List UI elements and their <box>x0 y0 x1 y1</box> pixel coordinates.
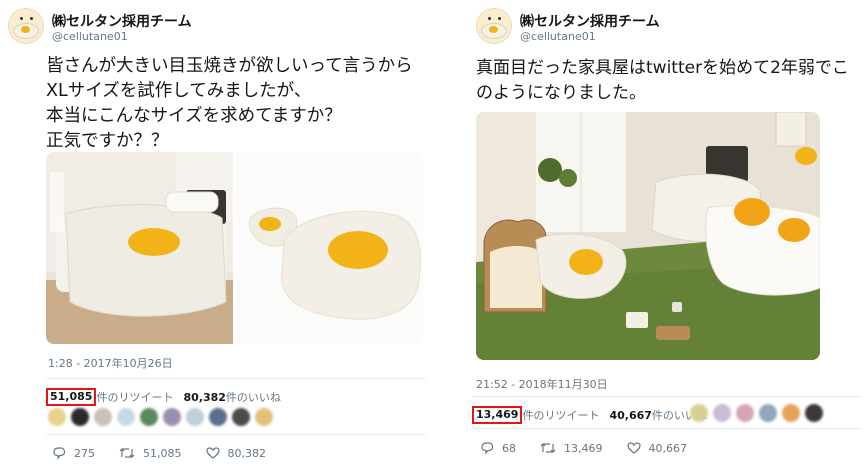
like-action-count: 80,382 <box>227 446 267 460</box>
account-handle[interactable]: @cellutane01 <box>520 30 596 43</box>
divider <box>46 378 426 379</box>
tweet-text: 皆さんが大きい目玉焼きが欲しいって言うからXLサイズを試作してみましたが、 本当… <box>46 56 413 151</box>
retweet-button[interactable]: 51,085 <box>119 446 182 460</box>
account-name[interactable]: ㈱セルタン採用チーム <box>52 11 192 31</box>
reply-button[interactable]: 275 <box>52 446 95 460</box>
like-action-count: 40,667 <box>648 441 688 455</box>
tweet-actions: 68 13,469 40,667 <box>480 441 711 455</box>
avatar[interactable] <box>690 404 708 422</box>
avatar[interactable] <box>117 408 135 426</box>
retweet-count-highlight[interactable]: 51,085 <box>46 388 97 406</box>
avatar[interactable] <box>736 404 754 422</box>
reply-count: 275 <box>74 446 95 460</box>
account-name[interactable]: ㈱セルタン採用チーム <box>520 11 660 31</box>
retweet-count-highlight[interactable]: 13,469 <box>472 406 523 424</box>
avatar[interactable] <box>71 408 89 426</box>
account-handle[interactable]: @cellutane01 <box>52 30 128 43</box>
reply-icon <box>481 442 494 455</box>
avatar[interactable] <box>186 408 204 426</box>
like-label: 件のいいね <box>225 391 281 404</box>
avatar[interactable] <box>759 404 777 422</box>
engagement-stats: 13,469 件のリツイート 40,667 件のいいね <box>472 406 707 424</box>
tweet-media[interactable] <box>476 112 820 360</box>
liker-avatars <box>690 404 823 422</box>
reply-button[interactable]: 68 <box>480 441 516 455</box>
tweet-2: ㈱セルタン採用チーム @cellutane01 真面目だった家具屋はtwitte… <box>468 0 866 467</box>
reply-count: 68 <box>502 441 516 455</box>
divider <box>46 434 426 435</box>
avatar[interactable] <box>94 408 112 426</box>
retweet-action-count: 13,469 <box>564 441 603 455</box>
divider <box>472 428 862 429</box>
retweet-icon <box>119 448 135 458</box>
tweet-timestamp[interactable]: 21:52 - 2018年11月30日 <box>476 376 608 392</box>
tweet-text: 真面目だった家具屋はtwitterを始めて2年弱でこのようになりました。 <box>476 58 849 103</box>
engagement-stats: 51,085 件のリツイート 80,382 件のいいね <box>46 388 281 406</box>
avatar[interactable] <box>255 408 273 426</box>
reply-icon <box>53 447 66 460</box>
tweet-header: ㈱セルタン採用チーム @cellutane01 <box>8 8 440 48</box>
divider <box>472 396 862 397</box>
liker-avatars <box>48 408 273 426</box>
avatar[interactable] <box>48 408 66 426</box>
avatar[interactable] <box>713 404 731 422</box>
retweet-label: 件のリツイート <box>96 391 174 404</box>
tweet-media[interactable] <box>46 152 423 344</box>
avatar[interactable] <box>782 404 800 422</box>
avatar[interactable] <box>140 408 158 426</box>
avatar[interactable] <box>8 8 44 44</box>
avatar[interactable] <box>476 8 512 44</box>
retweet-count: 13,469 <box>476 408 519 421</box>
like-button[interactable]: 40,667 <box>626 441 688 455</box>
avatar[interactable] <box>805 404 823 422</box>
tweet-timestamp[interactable]: 1:28 - 2017年10月26日 <box>48 355 173 371</box>
avatar[interactable] <box>209 408 227 426</box>
like-count[interactable]: 80,382 <box>183 391 225 404</box>
retweet-button[interactable]: 13,469 <box>540 441 603 455</box>
like-icon <box>626 442 641 454</box>
tweet-1: ㈱セルタン採用チーム @cellutane01 皆さんが大きい目玉焼きが欲しいっ… <box>0 0 432 467</box>
retweet-count: 51,085 <box>50 390 93 403</box>
retweet-icon <box>540 443 556 453</box>
egg-blanket-photos <box>46 152 423 344</box>
like-icon <box>205 447 220 459</box>
avatar[interactable] <box>163 408 181 426</box>
avatar[interactable] <box>232 408 250 426</box>
retweet-action-count: 51,085 <box>143 446 182 460</box>
retweet-label: 件のリツイート <box>522 409 600 422</box>
egg-furniture-room-photo <box>476 112 820 360</box>
tweet-actions: 275 51,085 80,382 <box>52 446 290 460</box>
like-button[interactable]: 80,382 <box>205 446 267 460</box>
tweet-header: ㈱セルタン採用チーム @cellutane01 <box>476 8 866 48</box>
like-count[interactable]: 40,667 <box>609 409 651 422</box>
